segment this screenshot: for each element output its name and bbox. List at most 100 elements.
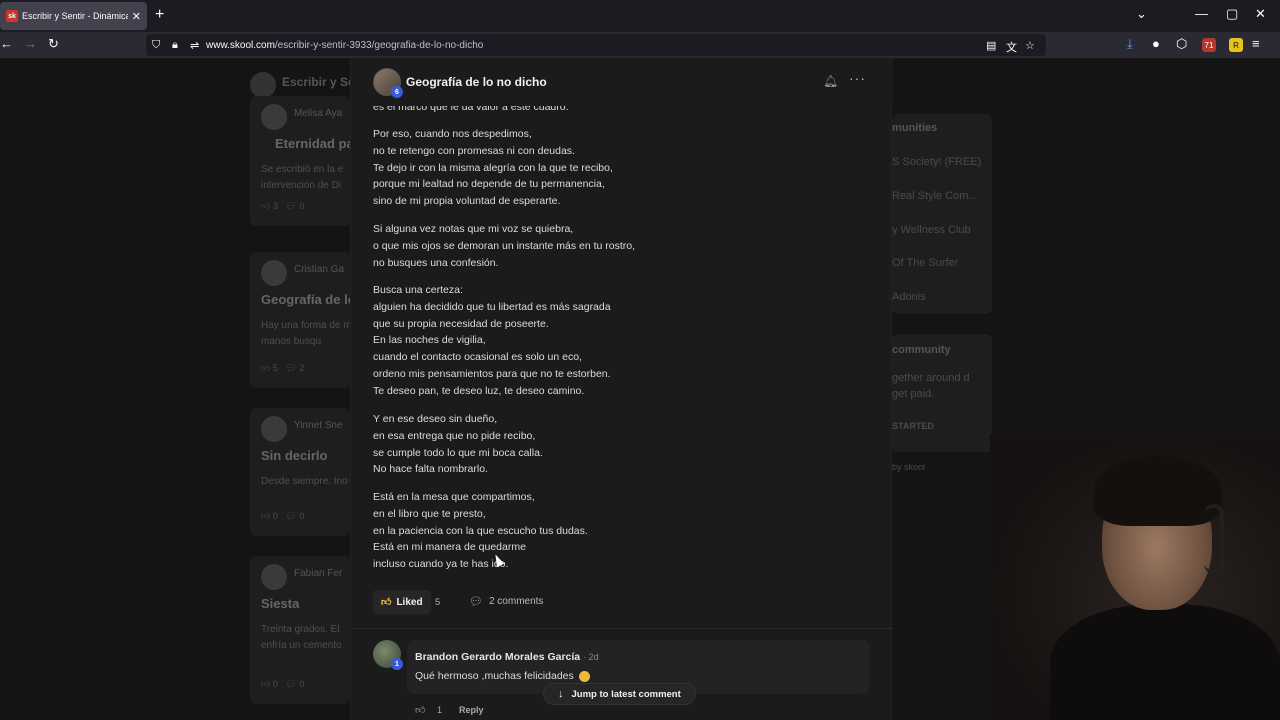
bg-communities-panel: munities S Society! (FREE) Real Style Co… — [892, 114, 992, 314]
bg-post-card[interactable]: Melisa Aya Eternidad pa Se escribió en l… — [250, 96, 350, 226]
bg-community-item[interactable]: y Wellness Club — [892, 224, 971, 236]
extensions-puzzle-icon[interactable]: ⬡ — [1176, 36, 1187, 52]
avatar — [261, 416, 287, 442]
thumbs-up-icon: 👍︎ — [381, 597, 392, 608]
post-paragraph: Por eso, cuando nos despedimos, no te re… — [373, 126, 873, 210]
bg-create-cta[interactable]: STARTED — [892, 421, 934, 431]
comment-like-count: 1 — [437, 705, 443, 715]
url-path: /escribir-y-sentir-3933/geografia-de-lo-… — [274, 39, 484, 51]
bg-community-item[interactable]: Adonis — [892, 291, 926, 303]
bg-post-title: Siesta — [261, 596, 300, 611]
tab-close-icon[interactable]: ✕ — [132, 10, 141, 23]
more-options-icon[interactable]: ··· — [849, 70, 866, 86]
tab-list-chevron-down-icon[interactable]: ⌄ — [1136, 6, 1147, 22]
post-line: que su propia necesidad de poseerte. — [373, 317, 549, 330]
reply-button[interactable]: Reply — [459, 705, 484, 715]
account-icon[interactable]: ● — [1152, 36, 1160, 51]
translate-icon[interactable]: 文 — [1006, 39, 1017, 55]
back-icon[interactable]: ← — [0, 36, 13, 51]
post-line: Está en la mesa que compartimos, — [373, 491, 535, 503]
bg-footer: by skool — [892, 458, 992, 478]
post-line: en el libro que te presto, — [373, 507, 486, 520]
close-window-icon[interactable]: ✕ — [1255, 6, 1266, 22]
comment-like-icon[interactable]: 👍︎ — [415, 704, 425, 716]
avatar — [261, 564, 287, 590]
minimize-icon[interactable]: — — [1195, 6, 1208, 21]
post-line: Te dejo ir con la misma alegría con la q… — [373, 161, 613, 174]
lock-icon[interactable]: 🔒︎ — [172, 39, 178, 52]
bg-post-card[interactable]: Cristian Ga Geografía de lo Hay una form… — [250, 252, 350, 388]
jump-label: Jump to latest comment — [571, 688, 681, 700]
smiling-emoji-icon — [578, 670, 590, 682]
post-line: Por eso, cuando nos despedimos, — [373, 128, 532, 140]
bookmark-star-icon[interactable]: ☆ — [1025, 39, 1035, 52]
comment-time: · 2d — [583, 652, 599, 662]
group-logo — [250, 72, 276, 98]
comments-button[interactable]: 💬︎ 2 comments — [469, 595, 543, 608]
maximize-icon[interactable]: ▢ — [1226, 6, 1238, 22]
post-line: Está en mi manera de quedarme — [373, 541, 526, 554]
post-line: Te deseo pan, te deseo luz, te deseo cam… — [373, 384, 585, 397]
url-bar[interactable]: ⛉ 🔒︎ ⇌ www.skool.com/escribir-y-sentir-3… — [146, 34, 1046, 56]
post-paragraph: Si alguna vez notas que mi voz se quiebr… — [373, 221, 873, 271]
jump-to-latest-comment-button[interactable]: ↓ Jump to latest comment — [543, 683, 696, 705]
post-paragraph: Está en la mesa que compartimos, en el l… — [373, 489, 873, 573]
bg-create-text: gether around d get paid. — [892, 372, 970, 400]
arrow-down-icon: ↓ — [558, 688, 564, 700]
downloads-icon[interactable]: ⤓ — [1127, 36, 1133, 52]
bg-post-card[interactable]: Fabian Fer Siesta Treinta grados. El enf… — [250, 556, 350, 704]
bg-post-title: Eternidad pa — [275, 136, 350, 151]
new-tab-icon[interactable]: + — [155, 6, 164, 24]
bg-create-panel: community gether around d get paid. STAR… — [892, 334, 992, 452]
post-line: Busca una certeza: — [373, 284, 463, 296]
webcam-overlay — [990, 434, 1280, 720]
post-line: o que mis ojos se demoran un instante má… — [373, 239, 636, 252]
post-line: Si alguna vez notas que mi voz se quiebr… — [373, 223, 574, 235]
bell-icon[interactable]: 🔔︎ — [823, 74, 838, 88]
reload-icon[interactable]: ↻ — [48, 36, 59, 52]
tab-title: Escribir y Sentir - Dinámica Senti — [22, 11, 128, 21]
bg-post-title: Sin decirlo — [261, 448, 328, 463]
post-line: alguien ha decidido que tu libertad es m… — [373, 300, 611, 313]
bg-create-heading: community — [892, 344, 951, 356]
post-line: sino de mi propia voluntad de esperarte. — [373, 195, 561, 208]
tab-bar: sk Escribir y Sentir - Dinámica Senti ✕ … — [0, 0, 1280, 32]
reader-view-icon[interactable]: ▤ — [986, 39, 996, 52]
extension-r-icon[interactable]: R — [1229, 38, 1243, 52]
post-line: En las noches de vigilia, — [373, 334, 486, 347]
comment-bubble-icon: 💬︎ — [469, 596, 483, 608]
webcam-person-hair — [1094, 456, 1222, 526]
forward-icon[interactable]: → — [24, 36, 37, 51]
bg-post-stats: 👍︎ 0 💬︎ 0 — [261, 511, 305, 521]
comment-author[interactable]: Brandon Gerardo Morales García · 2d — [415, 651, 599, 663]
bg-post-snippet: Treinta grados. El enfría un cemento — [261, 624, 342, 651]
post-paragraph: Busca una certeza: alguien ha decidido q… — [373, 282, 873, 400]
group-name: Escribir y Se — [282, 75, 355, 89]
liked-label: Liked — [396, 596, 423, 608]
comments-label: 2 comments — [488, 596, 544, 607]
post-line: porque mi lealtad no depende de tu perma… — [373, 178, 605, 191]
browser-tab[interactable]: sk Escribir y Sentir - Dinámica Senti ✕ — [0, 2, 147, 30]
post-line: cuando el contacto ocasional es solo un … — [373, 351, 582, 364]
bg-post-author: Cristian Ga — [294, 264, 345, 275]
bg-community-item[interactable]: S Society! (FREE) — [892, 156, 981, 168]
url-host: www.skool.com — [206, 39, 275, 51]
author-level-badge: 6 — [391, 86, 403, 98]
bg-post-snippet: Hay una forma de mis manos busqu — [261, 320, 350, 347]
bg-post-card[interactable]: Yinnet Sne Sin decirlo Desde siempre, In… — [250, 408, 350, 536]
extension-badge-icon[interactable]: 71 — [1202, 38, 1216, 52]
post-line: Y en ese deseo sin dueño, — [373, 413, 498, 425]
bg-footer-text: by skool — [892, 462, 926, 472]
bg-post-author: Melisa Aya — [294, 108, 343, 119]
avatar — [261, 260, 287, 286]
permissions-icon[interactable]: ⇌ — [190, 39, 199, 52]
bg-community-item[interactable]: Of The Surfer — [892, 257, 958, 269]
menu-icon[interactable]: ≡ — [1252, 36, 1260, 51]
avatar — [261, 104, 287, 130]
bg-community-item[interactable]: Real Style Com... — [892, 190, 978, 202]
liked-button[interactable]: 👍︎ Liked — [373, 590, 431, 614]
like-count[interactable]: 5 — [435, 597, 440, 608]
shield-icon[interactable]: ⛉ — [152, 39, 160, 52]
bg-post-author: Yinnet Sne — [294, 420, 343, 431]
divider — [351, 628, 893, 629]
